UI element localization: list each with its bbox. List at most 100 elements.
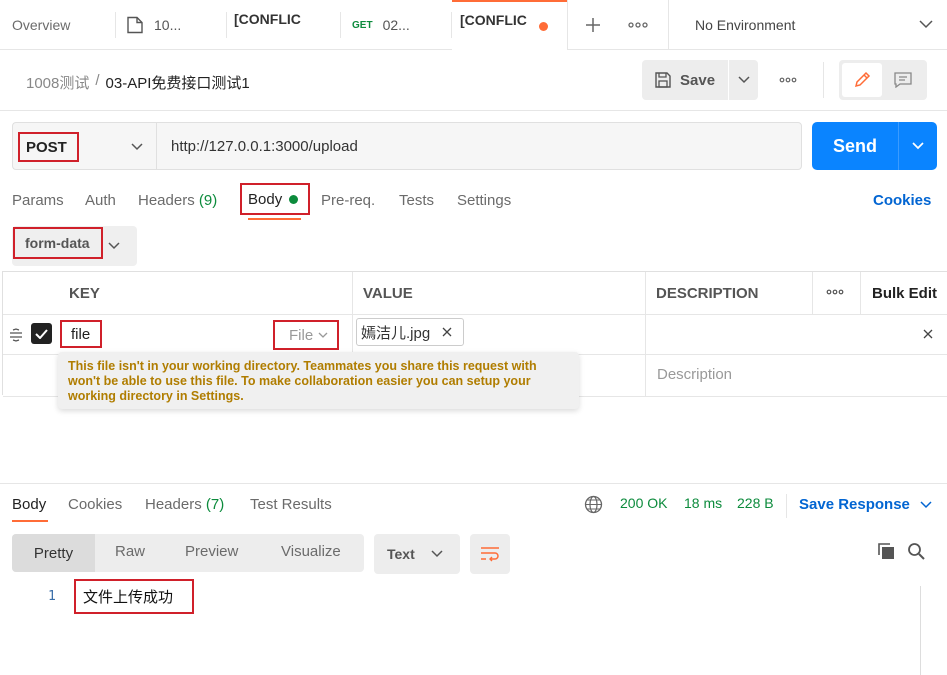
tab-params[interactable]: Params: [12, 192, 64, 209]
view-visualize[interactable]: Visualize: [281, 543, 341, 560]
body-active-dot-icon: [289, 194, 299, 204]
view-raw[interactable]: Raw: [115, 543, 145, 560]
key-input[interactable]: file: [60, 320, 102, 348]
headers-count: (9): [198, 192, 218, 209]
more-horizontal-icon: [826, 289, 844, 295]
request-tabs: Params Auth Headers (9) Body Pre-req. Te…: [0, 182, 947, 222]
format-selector[interactable]: Text: [374, 534, 460, 574]
tab-headers-label: Headers: [138, 192, 195, 209]
save-options-button[interactable]: [729, 60, 758, 100]
send-button[interactable]: Send: [812, 122, 898, 170]
cookies-link[interactable]: Cookies: [873, 192, 931, 209]
pencil-icon: [853, 71, 871, 89]
file-name: 嫣洁儿.jpg: [361, 324, 431, 342]
active-tab-underline: [12, 520, 48, 522]
response-time[interactable]: 18 ms: [684, 495, 722, 511]
tab-body[interactable]: Body: [240, 183, 310, 215]
edit-mode-button[interactable]: [842, 63, 882, 97]
comments-button[interactable]: [882, 63, 924, 97]
wrap-lines-icon: [480, 546, 500, 562]
tab-conflict-active[interactable]: [CONFLIC: [452, 0, 567, 50]
breadcrumb-separator: /: [95, 72, 100, 89]
response-size[interactable]: 228 B: [737, 495, 774, 511]
response-headers-label: Headers: [145, 496, 202, 513]
send-options-button[interactable]: [898, 122, 937, 170]
copy-icon[interactable]: [877, 542, 895, 560]
url-value: http://127.0.0.1:3000/upload: [171, 137, 358, 155]
save-label: Save: [680, 71, 716, 89]
tab-auth[interactable]: Auth: [85, 192, 116, 209]
format-label: Text: [387, 546, 415, 562]
tab-collection[interactable]: 10...: [126, 0, 226, 50]
breadcrumb-request[interactable]: 03-API免费接口测试1: [106, 72, 250, 93]
response-line: 文件上传成功: [74, 579, 194, 614]
active-tab-underline: [248, 218, 301, 220]
drag-handle-icon[interactable]: [9, 328, 23, 342]
tab-settings[interactable]: Settings: [457, 192, 511, 209]
key-type-selector[interactable]: File: [273, 320, 339, 350]
warning-text: This file isn't in your working director…: [68, 359, 537, 403]
row-enabled-checkbox[interactable]: [31, 323, 52, 344]
tab-conflict-1[interactable]: [CONFLIC: [234, 0, 334, 44]
chevron-down-icon: [920, 500, 932, 509]
view-toggle: [839, 60, 927, 100]
chevron-down-icon: [108, 242, 120, 250]
tab-overview[interactable]: Overview: [12, 0, 70, 50]
plus-icon: [585, 17, 601, 33]
tab-tests[interactable]: Tests: [399, 192, 434, 209]
tab-headers[interactable]: Headers (9): [138, 192, 217, 209]
save-button[interactable]: Save: [642, 60, 728, 100]
body-type-highlight: form-data: [13, 227, 103, 259]
wrap-lines-button[interactable]: [470, 534, 510, 574]
key-value: file: [71, 325, 91, 343]
request-more-button[interactable]: [774, 72, 802, 88]
chevron-down-icon: [431, 550, 443, 558]
column-key-header: KEY: [69, 285, 100, 302]
view-pretty[interactable]: Pretty: [12, 534, 95, 572]
chevron-down-icon: [737, 76, 750, 84]
view-preview[interactable]: Preview: [185, 543, 238, 560]
save-response-label: Save Response: [799, 496, 910, 513]
response-tab-cookies[interactable]: Cookies: [68, 496, 122, 513]
status-code[interactable]: 200 OK: [620, 495, 667, 511]
editor-scrollbar[interactable]: [920, 586, 921, 675]
url-input[interactable]: http://127.0.0.1:3000/upload: [156, 122, 802, 170]
save-response-button[interactable]: Save Response: [799, 496, 932, 513]
file-chip: 嫣洁儿.jpg: [356, 318, 464, 346]
method-get-badge: GET: [352, 19, 373, 31]
delete-row-icon[interactable]: [923, 329, 933, 339]
environment-label: No Environment: [695, 17, 796, 33]
breadcrumb-collection[interactable]: 1008测试: [26, 72, 89, 93]
response-tab-headers[interactable]: Headers (7): [145, 496, 224, 513]
column-options-button[interactable]: [826, 289, 844, 295]
globe-icon[interactable]: [584, 495, 603, 514]
response-tab-test-results[interactable]: Test Results: [250, 496, 332, 513]
method-label: POST: [26, 138, 67, 156]
tabs-more-button[interactable]: [624, 12, 652, 38]
body-type-selector[interactable]: form-data: [12, 226, 137, 266]
new-tab-button[interactable]: [580, 12, 606, 38]
response-tab-body[interactable]: Body: [12, 496, 46, 513]
body-type-label: form-data: [25, 235, 90, 251]
tab-prereq[interactable]: Pre-req.: [321, 192, 375, 209]
tab-label: [CONFLIC: [460, 12, 527, 28]
breadcrumb: 1008测试 / 03-API免费接口测试1: [26, 72, 250, 93]
search-icon[interactable]: [907, 542, 925, 560]
bulk-edit-button[interactable]: Bulk Edit: [872, 285, 937, 302]
tab-label: 02...: [382, 17, 410, 33]
tab-get-request[interactable]: GET 02...: [352, 0, 442, 50]
column-value-header: VALUE: [363, 285, 413, 302]
environment-selector[interactable]: No Environment: [669, 0, 947, 50]
description-placeholder[interactable]: Description: [657, 366, 732, 383]
document-icon: [126, 16, 144, 34]
response-headers-count: (7): [205, 496, 225, 513]
column-description-header: DESCRIPTION: [656, 285, 759, 302]
line-number: 1: [48, 589, 56, 604]
send-label: Send: [832, 135, 877, 156]
tab-label: [CONFLIC: [234, 11, 301, 27]
chevron-down-icon: [919, 19, 933, 29]
method-selector[interactable]: POST: [12, 122, 156, 170]
remove-file-icon[interactable]: [442, 327, 452, 337]
response-view-switcher: Pretty Raw Preview Visualize: [12, 534, 364, 572]
chevron-down-icon: [912, 142, 924, 150]
